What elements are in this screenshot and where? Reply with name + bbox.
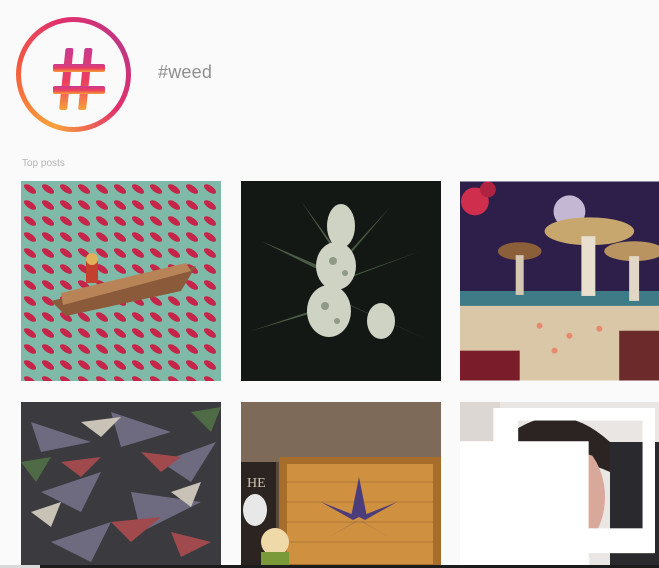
multiple-posts-icon [460,408,655,568]
page-title: #weed [158,62,213,82]
hashtag-header: #weed [16,14,646,134]
posts-grid: HE [21,181,659,568]
hashtag-avatar[interactable] [16,17,131,132]
post-thumbnail-1[interactable] [21,181,221,381]
mushroom-landscape-image [460,181,659,381]
post-thumbnail-3[interactable] [460,181,659,381]
post-thumbnail-2[interactable] [241,181,441,381]
wood-sign-image: HE [241,402,441,568]
sign-text-decoration: HE [247,476,266,491]
post-thumbnail-5[interactable]: HE [241,402,441,568]
section-label: Top posts [22,158,65,169]
op-art-image [21,181,221,381]
plant-closeup-image [21,402,221,568]
post-thumbnail-6[interactable] [460,402,659,568]
hashtag-icon [53,48,105,110]
plant-bud-image [241,181,441,381]
post-thumbnail-4[interactable] [21,402,221,568]
